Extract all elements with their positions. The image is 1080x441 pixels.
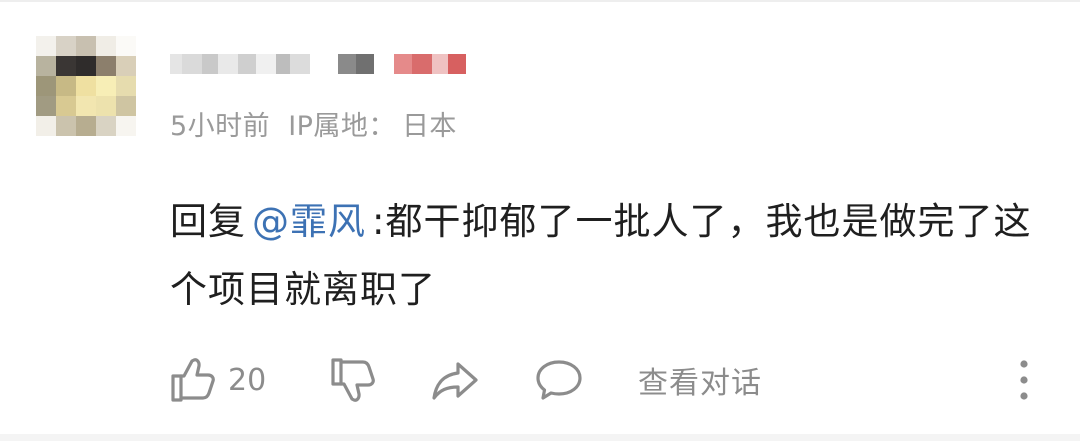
view-conversation-link[interactable]: 查看对话 [638, 354, 762, 406]
top-divider [0, 0, 1080, 2]
reply-prefix: 回复 [170, 200, 246, 243]
share-button[interactable] [430, 354, 480, 406]
view-conversation-label: 查看对话 [638, 366, 762, 401]
bottom-divider [0, 434, 1080, 441]
ip-location-label: IP属地： [288, 111, 396, 142]
more-options-button[interactable] [1014, 354, 1034, 406]
share-icon [432, 362, 478, 400]
thumbs-down-icon [331, 358, 375, 402]
thumbs-up-icon [171, 358, 215, 402]
username-pixelated[interactable] [170, 52, 466, 76]
mention-link[interactable]: @霏风 [252, 200, 366, 243]
avatar[interactable] [36, 36, 136, 136]
dislike-button[interactable] [328, 354, 376, 406]
ip-location-value: 日本 [401, 111, 457, 142]
like-count: 20 [228, 362, 267, 398]
comment-time: 5小时前 [170, 111, 271, 142]
speech-bubble-icon [536, 360, 582, 400]
comment-action-bar: 20 查看对话 [168, 354, 1048, 406]
reply-button[interactable] [534, 354, 584, 406]
more-vertical-icon [1020, 360, 1028, 400]
like-button[interactable]: 20 [168, 354, 266, 406]
comment-body: 回复 @霏风:都干抑郁了一批人了，我也是做完了这个项目就离职了 [170, 188, 1040, 324]
comment-meta: 5小时前 IP属地： 日本 [170, 104, 475, 143]
